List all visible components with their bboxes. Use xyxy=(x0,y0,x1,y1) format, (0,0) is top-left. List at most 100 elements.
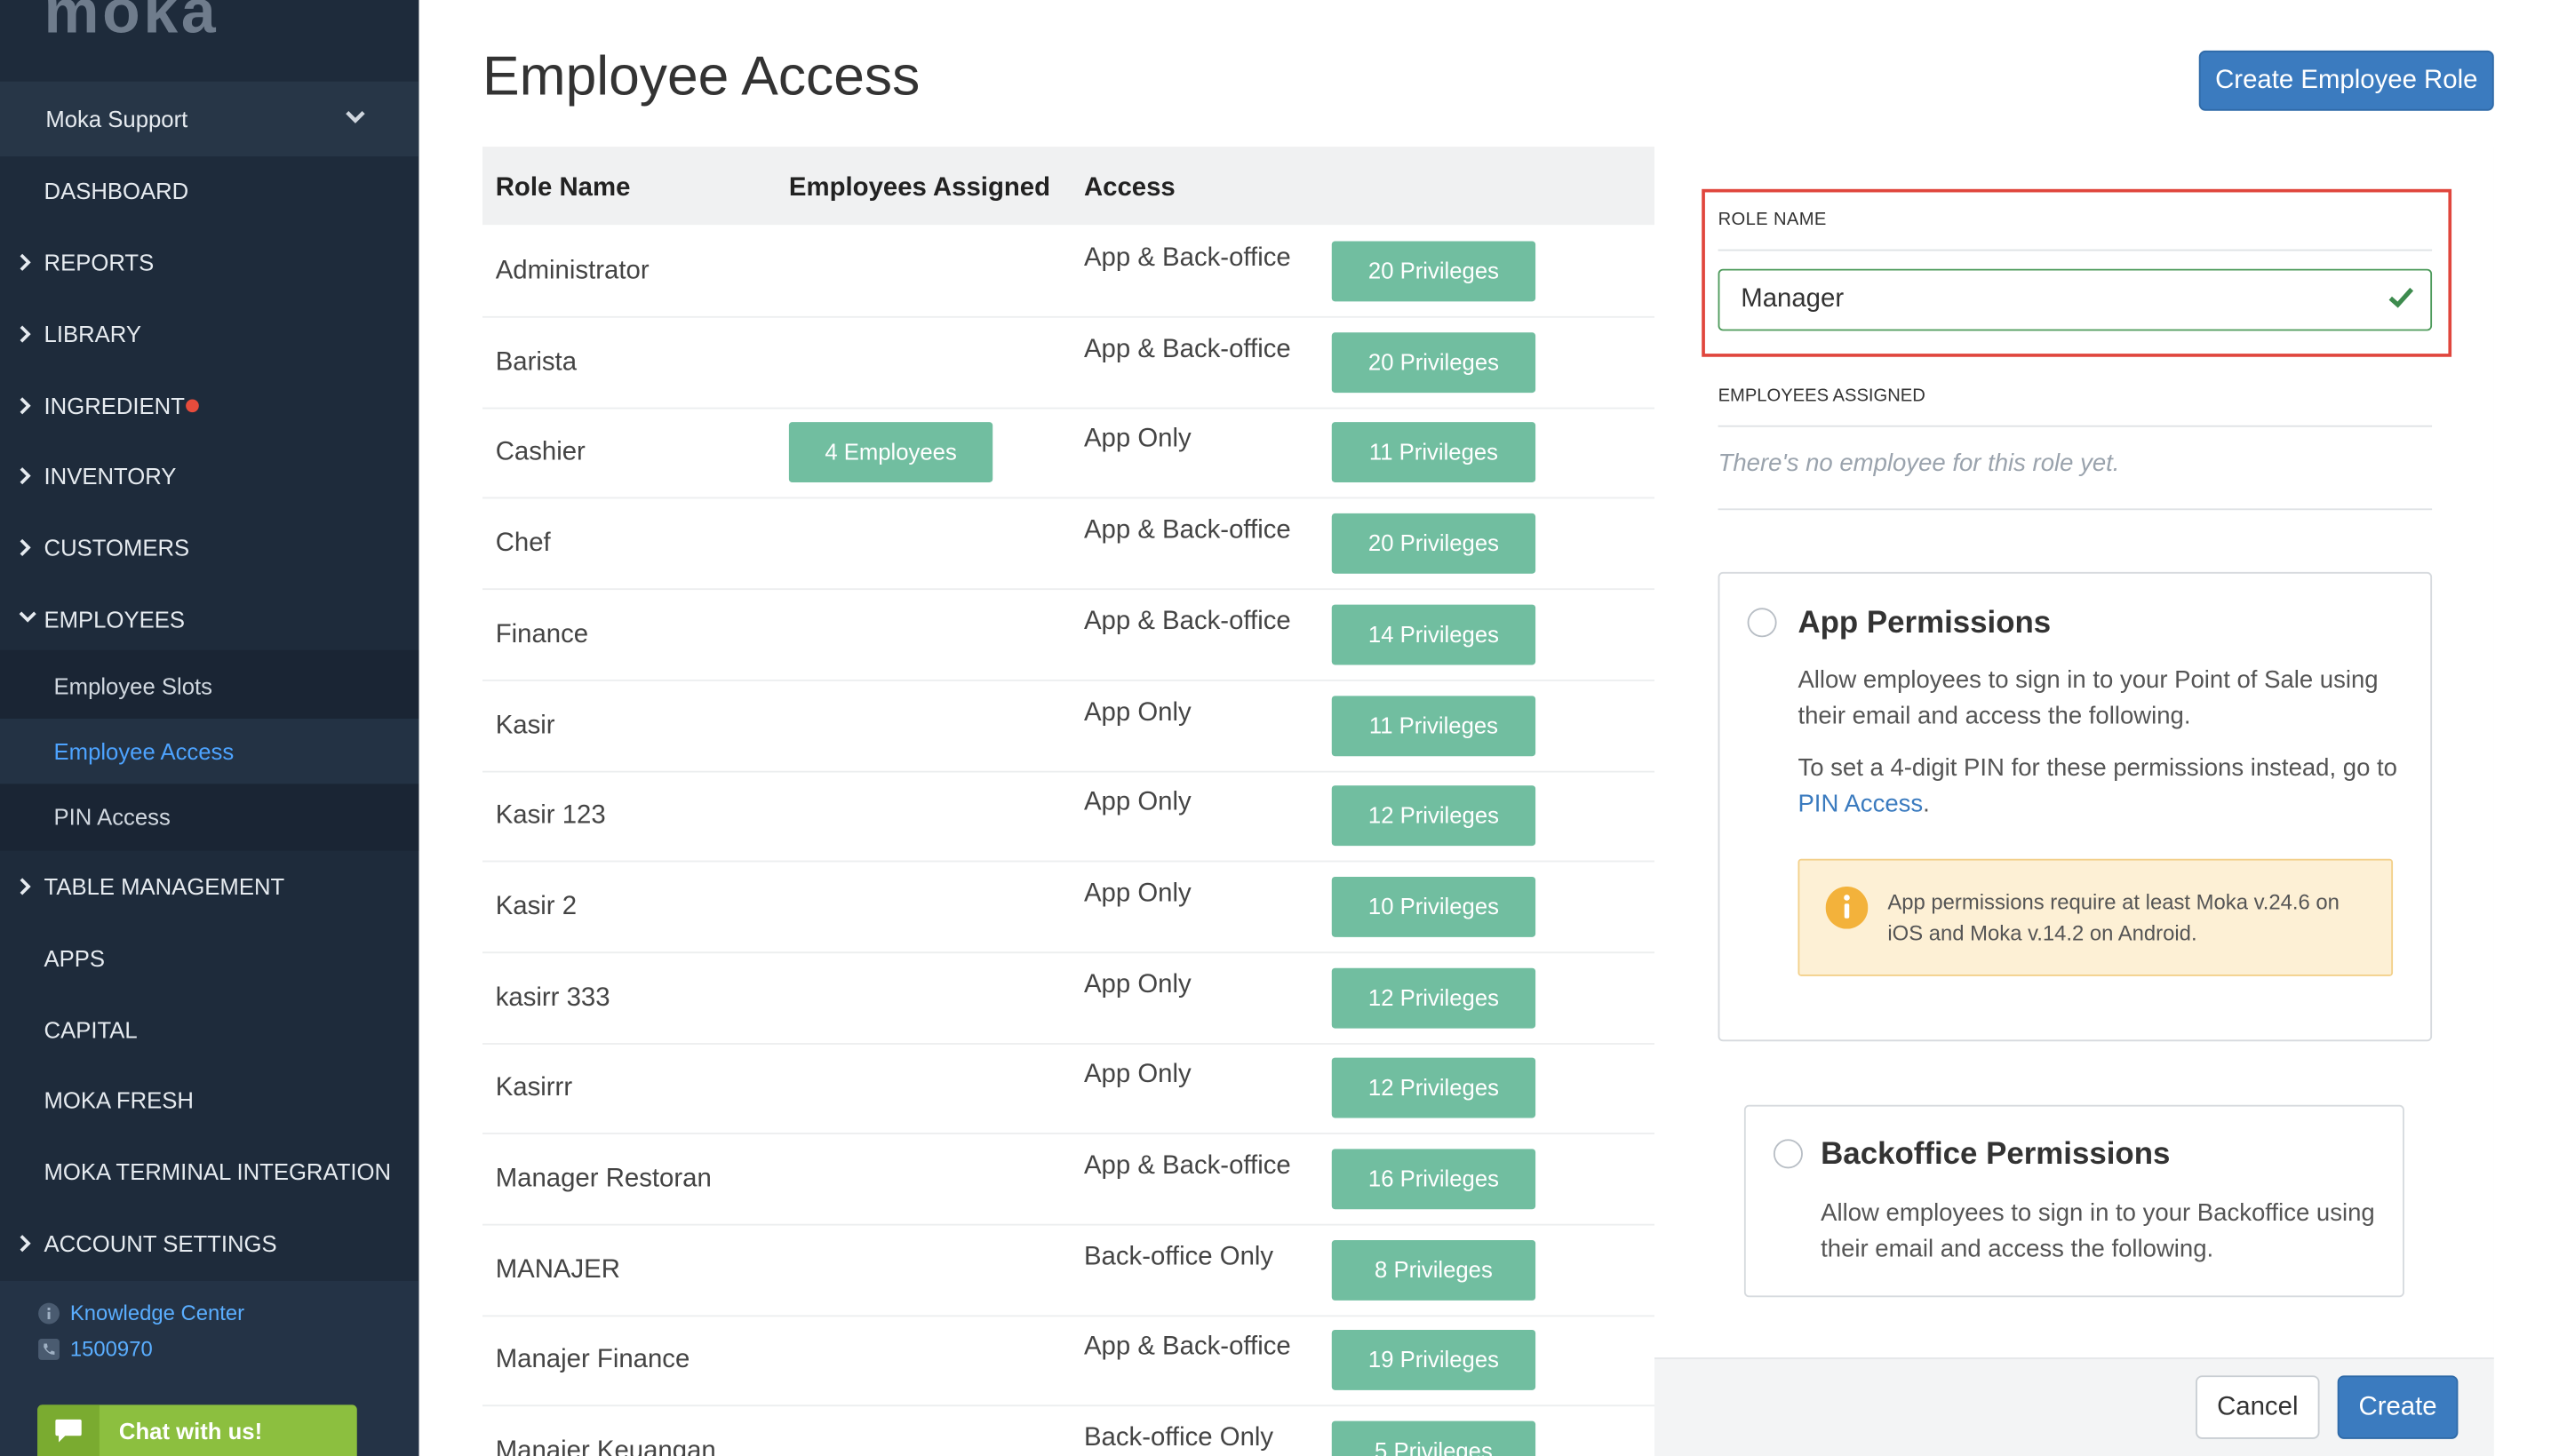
sidebar-item-reports[interactable]: REPORTS xyxy=(0,238,419,287)
sidebar-item-pin-access[interactable]: PIN Access xyxy=(0,784,419,848)
chevron-right-icon xyxy=(20,325,31,343)
table-row[interactable]: Kasir 123 App Only 12 Privileges xyxy=(482,771,1655,863)
privileges-badge[interactable]: 16 Privileges xyxy=(1331,1149,1536,1210)
privileges-badge[interactable]: 11 Privileges xyxy=(1331,695,1536,756)
divider xyxy=(1718,249,2433,251)
sidebar-item-label: APPS xyxy=(44,945,106,972)
privileges-badge[interactable]: 11 Privileges xyxy=(1331,422,1536,483)
sidebar-item-label: INVENTORY xyxy=(44,462,177,489)
access-cell: App & Back-office xyxy=(1083,1333,1291,1362)
privileges-badge[interactable]: 12 Privileges xyxy=(1331,785,1536,847)
privileges-badge[interactable]: 20 Privileges xyxy=(1331,241,1536,302)
page-title: Employee Access xyxy=(482,45,921,108)
role-name-cell: Kasirrr xyxy=(495,1074,573,1102)
access-cell: App & Back-office xyxy=(1083,1151,1291,1181)
knowledge-center-link[interactable]: Knowledge Center xyxy=(37,1301,244,1325)
role-name-cell: Kasir xyxy=(495,711,555,739)
sidebar-item-library[interactable]: LIBRARY xyxy=(0,310,419,359)
table-row[interactable]: Administrator App & Back-office 20 Privile… xyxy=(482,227,1655,318)
access-cell: Back-office Only xyxy=(1083,1243,1274,1271)
sidebar-item-label: REPORTS xyxy=(44,249,155,276)
access-cell: App Only xyxy=(1083,426,1192,454)
sidebar-item-employee-slots[interactable]: Employee Slots xyxy=(0,654,419,719)
chat-icon-box xyxy=(37,1404,100,1456)
checkmark-icon xyxy=(2388,287,2414,308)
warning-info-icon xyxy=(1825,886,1869,929)
divider xyxy=(1718,425,2433,427)
access-cell: App Only xyxy=(1083,698,1192,727)
sidebar-item-label: EMPLOYEES xyxy=(44,606,185,633)
app-permissions-radio[interactable] xyxy=(1747,608,1777,638)
pin-access-link[interactable]: PIN Access xyxy=(1798,791,1923,818)
privileges-badge[interactable]: 5 Privileges xyxy=(1331,1420,1536,1456)
role-name-cell: Cashier xyxy=(495,439,586,467)
no-employee-message: There's no employee for this role yet. xyxy=(1718,450,2120,478)
table-row[interactable]: Kasir 2 App Only 10 Privileges xyxy=(482,862,1655,953)
column-header-access[interactable]: Access xyxy=(1084,174,1176,203)
create-button[interactable]: Create xyxy=(2337,1375,2459,1439)
table-row[interactable]: kasirr 333 App Only 12 Privileges xyxy=(482,952,1655,1045)
table-row[interactable]: Cashier 4 Employees App Only 11 Privileges xyxy=(482,408,1655,500)
sidebar-item-customers[interactable]: CUSTOMERS xyxy=(0,523,419,572)
sidebar-item-label: INGREDIENT xyxy=(44,393,185,419)
account-switcher[interactable]: Moka Support xyxy=(0,81,419,157)
role-name-label: ROLE NAME xyxy=(1718,210,1827,230)
sidebar-item-label: MOKA TERMINAL INTEGRATION xyxy=(44,1158,392,1185)
sidebar-item-capital[interactable]: CAPITAL xyxy=(0,1006,419,1054)
privileges-badge[interactable]: 20 Privileges xyxy=(1331,331,1536,393)
sidebar-item-account-settings[interactable]: ACCOUNT SETTINGS xyxy=(0,1219,419,1268)
table-row[interactable]: Kasirrr App Only 12 Privileges xyxy=(482,1044,1655,1135)
access-cell: App Only xyxy=(1083,1061,1192,1089)
sidebar-item-label: ACCOUNT SETTINGS xyxy=(44,1230,277,1257)
chevron-down-icon xyxy=(19,611,36,623)
moka-logo[interactable]: moka xyxy=(44,0,219,49)
sidebar-item-ingredient[interactable]: INGREDIENT xyxy=(0,381,419,430)
role-name-cell: Chef xyxy=(495,529,551,558)
backoffice-permissions-radio[interactable] xyxy=(1773,1139,1803,1169)
role-name-input[interactable] xyxy=(1718,268,2433,331)
chevron-down-icon xyxy=(346,111,365,123)
role-name-cell: Manajer Finance xyxy=(495,1347,690,1375)
privileges-badge[interactable]: 20 Privileges xyxy=(1331,513,1536,574)
table-row[interactable]: Kasir App Only 11 Privileges xyxy=(482,680,1655,772)
column-header-role-name[interactable]: Role Name xyxy=(496,174,631,203)
sidebar-item-employees[interactable]: EMPLOYEES xyxy=(0,595,419,644)
table-row[interactable]: Manajer Finance App & Back-office 19 Privi… xyxy=(482,1316,1655,1407)
sidebar-item-moka-fresh[interactable]: MOKA FRESH xyxy=(0,1076,419,1125)
sidebar-item-employee-access[interactable]: Employee Access xyxy=(0,719,419,784)
privileges-badge[interactable]: 10 Privileges xyxy=(1331,876,1536,937)
chat-button[interactable]: Chat with us! xyxy=(37,1404,357,1456)
table-row[interactable]: MANAJER Back-office Only 8 Privileges xyxy=(482,1225,1655,1317)
privileges-badge[interactable]: 12 Privileges xyxy=(1331,1058,1536,1119)
table-row[interactable]: Chef App & Back-office 20 Privileges xyxy=(482,499,1655,591)
table-row[interactable]: Barista App & Back-office 20 Privileges xyxy=(482,317,1655,409)
table-row[interactable]: Manager Restoran App & Back-office 16 Priv… xyxy=(482,1134,1655,1226)
chevron-right-icon xyxy=(20,878,31,895)
privileges-badge[interactable]: 12 Privileges xyxy=(1331,967,1536,1028)
support-phone[interactable]: 1500970 xyxy=(37,1336,153,1361)
employees-assigned-badge[interactable]: 4 Employees xyxy=(788,422,993,483)
pin-note-text: To set a 4-digit PIN for these permissio… xyxy=(1798,754,2397,783)
sidebar-item-moka-terminal-integration[interactable]: MOKA TERMINAL INTEGRATION xyxy=(0,1147,419,1196)
sidebar-item-apps[interactable]: APPS xyxy=(0,934,419,983)
table-row[interactable]: Manajer Keuangan Back-office Only 5 Privil… xyxy=(482,1406,1654,1456)
create-employee-role-button[interactable]: Create Employee Role xyxy=(2198,50,2494,111)
role-name-cell: Kasir 123 xyxy=(495,801,606,831)
access-cell: App Only xyxy=(1083,879,1192,908)
sidebar-item-dashboard[interactable]: DASHBOARD xyxy=(0,166,419,215)
phone-icon xyxy=(38,1338,60,1359)
privileges-badge[interactable]: 19 Privileges xyxy=(1331,1330,1536,1391)
access-cell: App & Back-office xyxy=(1083,244,1291,273)
sidebar-item-inventory[interactable]: INVENTORY xyxy=(0,451,419,500)
privileges-badge[interactable]: 14 Privileges xyxy=(1331,604,1536,665)
access-cell: App & Back-office xyxy=(1083,516,1291,545)
sidebar-item-table-management[interactable]: TABLE MANAGEMENT xyxy=(0,862,419,911)
sidebar-item-label: PIN Access xyxy=(53,803,171,830)
cancel-button[interactable]: Cancel xyxy=(2196,1375,2320,1439)
table-row[interactable]: Finance App & Back-office 14 Privileges xyxy=(482,590,1655,681)
column-header-employees-assigned[interactable]: Employees Assigned xyxy=(789,174,1050,203)
role-name-cell: MANAJER xyxy=(495,1255,620,1285)
sidebar-item-label: CUSTOMERS xyxy=(44,534,190,561)
privileges-badge[interactable]: 8 Privileges xyxy=(1331,1239,1536,1301)
sidebar-item-label: LIBRARY xyxy=(44,321,141,347)
